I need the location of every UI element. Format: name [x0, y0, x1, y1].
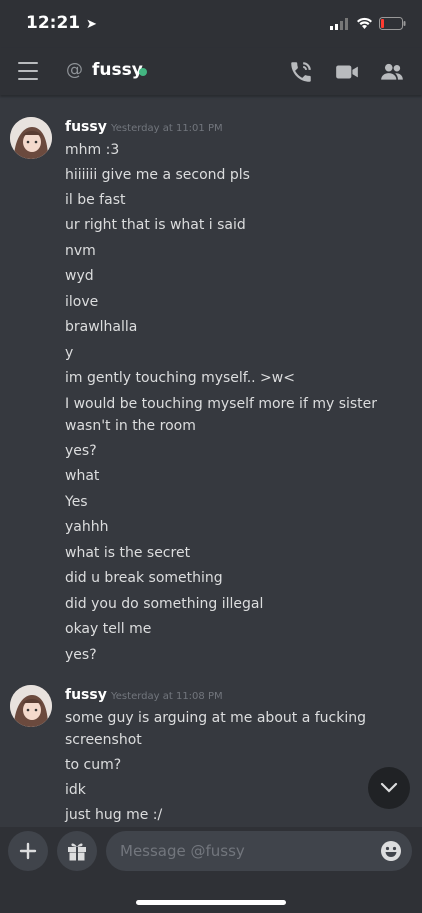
message-text: I would be touching myself more if my si…: [65, 396, 378, 434]
status-bar: 12:21 ➤: [0, 0, 422, 48]
at-symbol-icon: @: [66, 60, 83, 80]
menu-icon[interactable]: [18, 62, 38, 80]
avatar[interactable]: [10, 685, 52, 727]
message-text: Yes: [65, 494, 88, 510]
message-text: mhm :3: [65, 142, 120, 158]
members-icon[interactable]: [379, 59, 405, 85]
status-time: 12:21 ➤: [26, 13, 97, 33]
message-author[interactable]: fussy: [65, 687, 107, 703]
message-timestamp: Yesterday at 11:01 PM: [111, 123, 223, 134]
gift-button[interactable]: [57, 831, 97, 871]
message-composer: Message @fussy: [0, 827, 422, 913]
message-timestamp: Yesterday at 11:08 PM: [111, 691, 223, 702]
message-text: il be fast: [65, 192, 126, 208]
message-text: idk: [65, 782, 86, 798]
message-text: did u break something: [65, 570, 223, 586]
message-text: yes?: [65, 647, 97, 663]
avatar[interactable]: [10, 117, 52, 159]
gift-icon: [68, 843, 86, 861]
message-text: just hug me :/: [65, 807, 163, 823]
message-text: some guy is arguing at me about a fuckin…: [65, 710, 366, 748]
plus-icon: [19, 842, 37, 860]
channel-header: @ fussy: [0, 48, 422, 95]
scroll-to-bottom-button[interactable]: [368, 767, 410, 809]
message-author[interactable]: fussy: [65, 119, 107, 135]
message-text: ilove: [65, 294, 99, 310]
voice-call-icon[interactable]: [288, 59, 314, 85]
message-text: brawlhalla: [65, 319, 138, 335]
message-text: did you do something illegal: [65, 596, 264, 612]
message-text: to cum?: [65, 757, 122, 773]
wifi-icon: [357, 17, 372, 29]
emoji-icon[interactable]: [380, 840, 402, 862]
message-text: im gently touching myself.. >w<: [65, 370, 295, 386]
chevron-down-icon: [380, 782, 398, 793]
channel-title[interactable]: fussy: [92, 60, 143, 80]
video-call-icon[interactable]: [334, 59, 360, 85]
message-text: yes?: [65, 443, 97, 459]
add-attachment-button[interactable]: [8, 831, 48, 871]
message-text: okay tell me: [65, 621, 152, 637]
message-text: what is the secret: [65, 545, 191, 561]
home-indicator: [136, 900, 286, 905]
message-text: ur right that is what i said: [65, 217, 246, 233]
message-text: what: [65, 468, 100, 484]
status-icons: [330, 17, 406, 30]
message-text: y: [65, 345, 74, 361]
signal-icon: [330, 17, 348, 30]
message-text: nvm: [65, 243, 96, 259]
online-status-dot: [139, 68, 147, 76]
message-input-placeholder: Message @fussy: [120, 842, 245, 860]
message-text: hiiiiii give me a second pls: [65, 167, 250, 183]
message-text: wyd: [65, 268, 94, 284]
battery-icon: [379, 17, 406, 30]
message-input[interactable]: Message @fussy: [106, 831, 412, 871]
message-list[interactable]: fussy Yesterday at 11:01 PM mhm :3 hiiii…: [0, 95, 422, 827]
message-text: yahhh: [65, 519, 109, 535]
